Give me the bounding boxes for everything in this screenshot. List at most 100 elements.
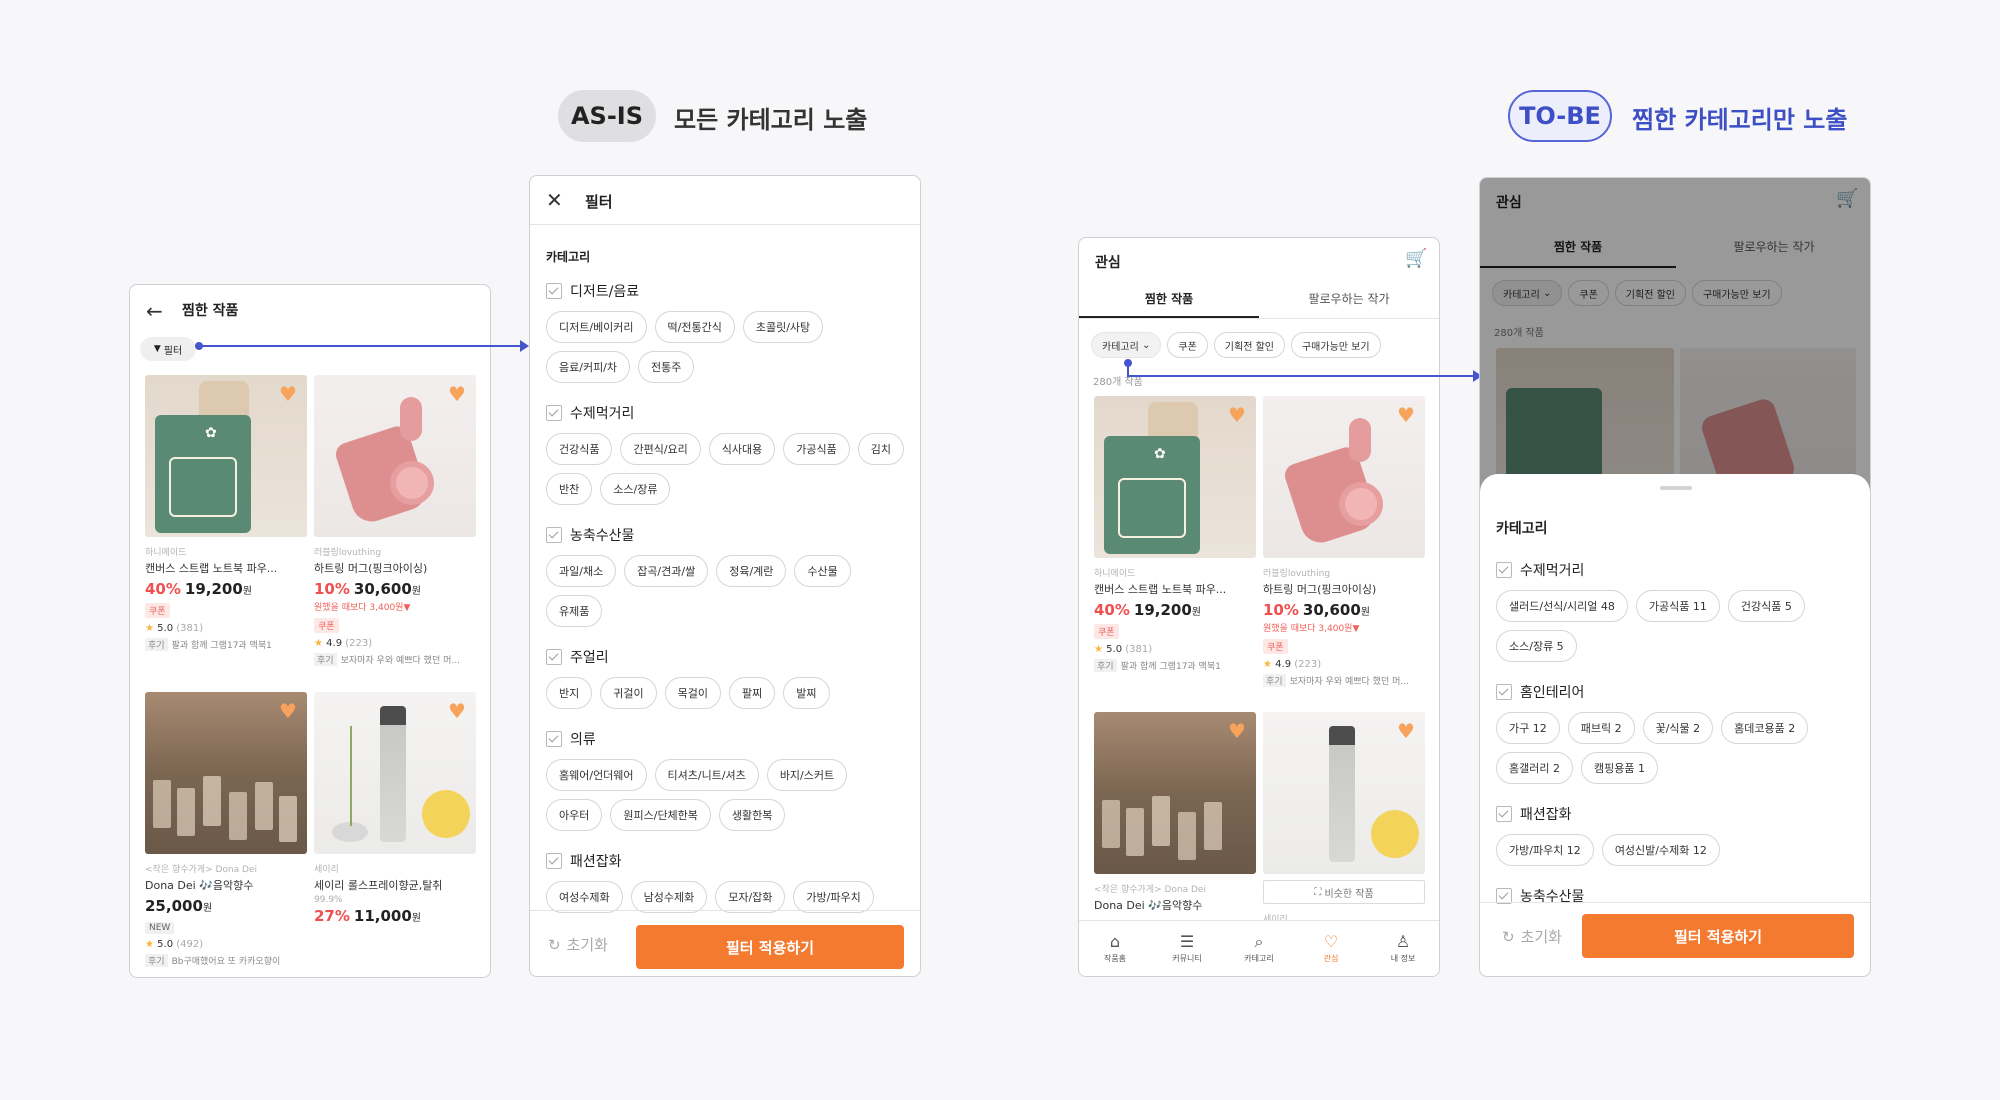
subcategory-chip[interactable]: 잡곡/견과/쌀 xyxy=(624,555,709,587)
subcategory-chip[interactable]: 바지/스커트 xyxy=(766,759,848,791)
product-card[interactable]: ♥ ⛶ 비슷한 작품 세이리 xyxy=(1263,712,1425,925)
subcategory-chip[interactable]: 식사대용 xyxy=(708,433,776,465)
product-card[interactable]: ✿ ♥ 하니메이드 캔버스 스트랩 노트북 파우... 40% 19,200원 쿠… xyxy=(145,375,307,651)
subcategory-chip[interactable]: 과일/채소 xyxy=(546,555,617,587)
checkbox-icon[interactable] xyxy=(1496,684,1512,700)
subcategory-chip[interactable]: 가방/파우치 12 xyxy=(1496,834,1594,866)
checkbox-icon[interactable] xyxy=(1496,806,1512,822)
category-checkbox-row[interactable]: 의류 xyxy=(546,729,906,749)
heart-icon[interactable]: ♥ xyxy=(1227,721,1247,741)
heart-icon[interactable]: ♥ xyxy=(447,384,467,404)
checkbox-icon[interactable] xyxy=(546,283,562,299)
subcategory-chip[interactable]: 디저트/베이커리 xyxy=(546,311,647,343)
category-checkbox-row[interactable]: 홈인테리어 xyxy=(1496,682,1858,702)
subcategory-chip[interactable]: 유제품 xyxy=(546,595,603,627)
category-checkbox-row[interactable]: 패션잡화 xyxy=(1496,804,1858,824)
subcategory-chip[interactable]: 발찌 xyxy=(783,677,830,709)
subcategory-chip[interactable]: 떡/전통간식 xyxy=(654,311,735,343)
apply-filter-button[interactable]: 필터 적용하기 xyxy=(1582,914,1854,958)
nav-profile[interactable]: ♙ 내 정보 xyxy=(1367,921,1439,976)
subcategory-chip[interactable]: 생활한복 xyxy=(718,799,786,831)
category-checkbox-row[interactable]: 농축수산물 xyxy=(546,525,906,545)
similar-items-button[interactable]: ⛶ 비슷한 작품 xyxy=(1263,880,1425,904)
filter-button[interactable]: ▼ 필터 xyxy=(140,337,196,361)
subcategory-chip[interactable]: 가방/파우치 xyxy=(793,881,874,913)
subcategory-chip[interactable]: 패브릭 2 xyxy=(1567,712,1635,744)
subcategory-chip[interactable]: 건강식품 5 xyxy=(1727,590,1805,622)
subcategory-chip[interactable]: 원피스/단체한복 xyxy=(610,799,711,831)
category-checkbox-row[interactable]: 수제먹거리 xyxy=(1496,560,1858,580)
subcategory-chip[interactable]: 가구 12 xyxy=(1496,712,1560,744)
heart-icon[interactable]: ♥ xyxy=(1396,405,1416,425)
subcategory-chip[interactable]: 간편식/요리 xyxy=(620,433,701,465)
subcategory-chip[interactable]: 귀걸이 xyxy=(600,677,657,709)
category-checkbox-row[interactable]: 주얼리 xyxy=(546,647,906,667)
available-chip[interactable]: 구매가능만 보기 xyxy=(1290,332,1381,358)
reset-button[interactable]: ↻ 초기화 xyxy=(1502,926,1562,947)
subcategory-chip[interactable]: 건강식품 xyxy=(546,433,613,465)
close-icon[interactable]: ✕ xyxy=(546,188,563,212)
promo-chip[interactable]: 기획전 할인 xyxy=(1213,332,1285,358)
nav-home[interactable]: ⌂ 작품홈 xyxy=(1079,921,1151,976)
subcategory-chip[interactable]: 수산물 xyxy=(794,555,851,587)
subcategory-chip[interactable]: 가공식품 11 xyxy=(1635,590,1720,622)
subcategory-chip[interactable]: 반찬 xyxy=(546,473,593,505)
category-checkbox-row[interactable]: 패션잡화 xyxy=(546,851,906,871)
subcategory-chip[interactable]: 남성수제화 xyxy=(630,881,708,913)
cart-icon[interactable]: 🛒 xyxy=(1405,248,1427,269)
checkbox-icon[interactable] xyxy=(546,731,562,747)
subcategory-chip[interactable]: 홈데코용품 2 xyxy=(1721,712,1809,744)
subcategory-chip[interactable]: 홈갤러리 2 xyxy=(1496,752,1573,784)
heart-icon[interactable]: ♥ xyxy=(278,384,298,404)
category-checkbox-row[interactable]: 디저트/음료 xyxy=(546,281,906,301)
checkbox-icon[interactable] xyxy=(546,853,562,869)
subcategory-chip[interactable]: 전통주 xyxy=(638,351,695,383)
heart-icon[interactable]: ♥ xyxy=(447,701,467,721)
tab-following[interactable]: 팔로우하는 작가 xyxy=(1259,290,1439,307)
subcategory-chip[interactable]: 반지 xyxy=(546,677,593,709)
product-card[interactable]: ♥ 러블링lovuthing 하트링 머그(핑크아이싱) 10% 30,600원 … xyxy=(1263,396,1425,687)
checkbox-icon[interactable] xyxy=(1496,562,1512,578)
category-checkbox-row[interactable]: 수제먹거리 xyxy=(546,403,906,423)
subcategory-chip[interactable]: 소스/장류 xyxy=(600,473,671,505)
subcategory-chip[interactable]: 소스/장류 5 xyxy=(1496,630,1577,662)
nav-community[interactable]: ☰ 커뮤니티 xyxy=(1151,921,1223,976)
category-chip[interactable]: 카테고리 ⌄ xyxy=(1091,332,1162,358)
checkbox-icon[interactable] xyxy=(546,405,562,421)
heart-icon[interactable]: ♥ xyxy=(278,701,298,721)
drag-handle[interactable] xyxy=(1660,486,1692,490)
product-card[interactable]: ♥ 세이리 세이리 롤스프레이향균,탈취 99.9% 27% 11,000원 xyxy=(314,692,476,925)
subcategory-chip[interactable]: 모자/잡화 xyxy=(715,881,786,913)
category-checkbox-row[interactable]: 농축수산물 xyxy=(1496,886,1858,906)
product-card[interactable]: ♥ <작은 향수가게> Dona Dei Dona Dei 🎶음악향수 25,0… xyxy=(145,692,307,967)
nav-category[interactable]: ⌕ 카테고리 xyxy=(1223,921,1295,976)
checkbox-icon[interactable] xyxy=(546,649,562,665)
subcategory-chip[interactable]: 티셔츠/니트/셔츠 xyxy=(654,759,759,791)
heart-icon[interactable]: ♥ xyxy=(1396,721,1416,741)
subcategory-chip[interactable]: 홈웨어/언더웨어 xyxy=(546,759,647,791)
back-arrow-icon[interactable]: ← xyxy=(146,299,163,323)
subcategory-chip[interactable]: 초콜릿/사탕 xyxy=(742,311,824,343)
heart-icon[interactable]: ♥ xyxy=(1227,405,1247,425)
product-card[interactable]: ♥ 러블링lovuthing 하트링 머그(핑크아이싱) 10% 30,600원 … xyxy=(314,375,476,666)
reset-button[interactable]: ↻ 초기화 xyxy=(548,934,608,955)
subcategory-chip[interactable]: 아우터 xyxy=(546,799,603,831)
subcategory-chip[interactable]: 목걸이 xyxy=(664,677,721,709)
subcategory-chip[interactable]: 캠핑용품 1 xyxy=(1580,752,1658,784)
subcategory-chip[interactable]: 꽃/식물 2 xyxy=(1642,712,1714,744)
subcategory-chip[interactable]: 팔찌 xyxy=(729,677,776,709)
apply-filter-button[interactable]: 필터 적용하기 xyxy=(636,925,904,969)
checkbox-icon[interactable] xyxy=(546,527,562,543)
subcategory-chip[interactable]: 가공식품 xyxy=(783,433,850,465)
product-card[interactable]: ✿ ♥ 하니메이드 캔버스 스트랩 노트북 파우... 40% 19,200원 쿠… xyxy=(1094,396,1256,672)
subcategory-chip[interactable]: 김치 xyxy=(857,433,905,465)
subcategory-chip[interactable]: 정육/계란 xyxy=(716,555,787,587)
subcategory-chip[interactable]: 음료/커피/차 xyxy=(546,351,631,383)
subcategory-chip[interactable]: 여성수제화 xyxy=(546,881,623,913)
subcategory-chip[interactable]: 여성신발/수제화 12 xyxy=(1601,834,1720,866)
coupon-chip[interactable]: 쿠폰 xyxy=(1167,332,1208,358)
product-card[interactable]: ♥ <작은 향수가게> Dona Dei Dona Dei 🎶음악향수 25,0… xyxy=(1094,712,1256,935)
tab-wishlist[interactable]: 찜한 작품 xyxy=(1079,290,1259,307)
nav-interest[interactable]: ♡ 관심 xyxy=(1295,921,1367,976)
subcategory-chip[interactable]: 샐러드/선식/시리얼 48 xyxy=(1496,590,1628,622)
